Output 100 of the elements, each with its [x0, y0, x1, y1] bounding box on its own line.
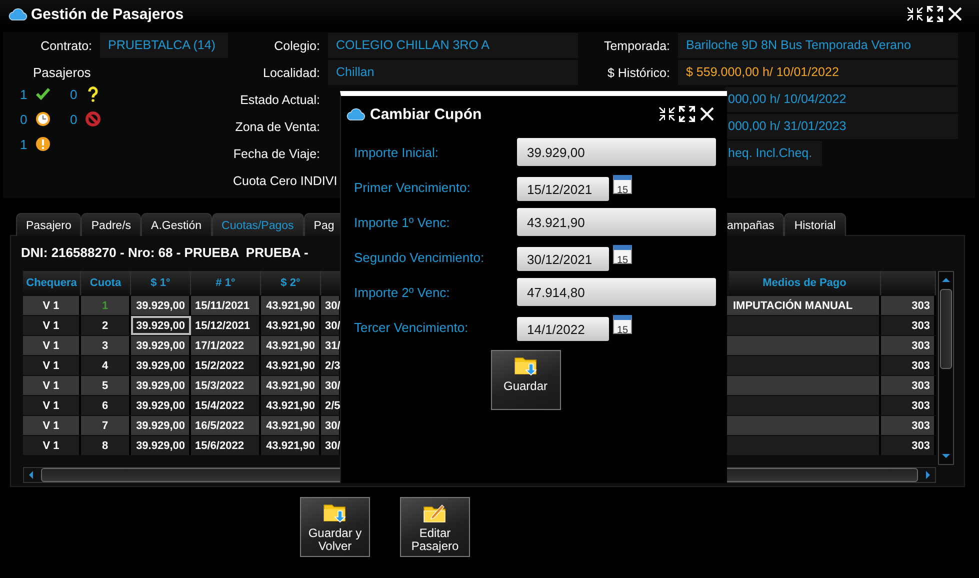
tab[interactable]: Cuotas/Pagos [212, 213, 304, 236]
table-cell: 39.929,00 [131, 316, 191, 335]
close-icon[interactable] [699, 106, 715, 122]
folder-download-icon [323, 502, 347, 524]
amount-field[interactable]: 47.914,80 [517, 278, 716, 306]
table-cell: 2/3 [321, 356, 341, 375]
table-cell: 3 [81, 336, 131, 355]
table-cell: 30/ [321, 296, 341, 315]
field-value: COLEGIO CHILLAN 3RO A [328, 33, 578, 58]
field-label: Segundo Vencimiento: [354, 250, 486, 264]
table-cell: 8 [81, 436, 131, 455]
vertical-scrollbar[interactable] [938, 271, 954, 465]
table-cell: 43.921,90 [261, 436, 321, 455]
table-cell: 17/1/2022 [191, 336, 261, 355]
column-header[interactable]: Chequera [23, 271, 81, 295]
calendar-button[interactable]: 15 [613, 314, 632, 334]
column-header[interactable]: $ 2° [261, 271, 321, 295]
field-label: Zona de Venta: [234, 120, 321, 134]
close-icon[interactable] [947, 6, 963, 22]
record-heading: DNI: 216588270 - Nro: 68 - PRUEBA PRUEBA - [21, 245, 308, 262]
tab[interactable]: Pasajero [16, 213, 82, 236]
dialog-title: Cambiar Cupón [370, 106, 482, 122]
scroll-thumb[interactable] [940, 289, 952, 369]
window-title: Gestión de Pasajeros [31, 6, 184, 22]
field-label: Contrato: [40, 38, 93, 52]
save-button[interactable]: Guardar y Volver [300, 497, 370, 557]
field-value: $ 559.000,00 h/ 10/01/2022 [678, 60, 958, 85]
table-cell: 303 [881, 356, 936, 375]
field-value: PRUEBTALCA (14) [100, 33, 228, 58]
table-cell: 303 [881, 416, 936, 435]
passenger-count: 0 [20, 112, 28, 126]
table-cell: 43.921,90 [261, 316, 321, 335]
table-cell: 15/12/2021 [191, 316, 261, 335]
table-cell: 43.921,90 [261, 396, 321, 415]
field-label: Localidad: [262, 66, 321, 80]
tab[interactable]: Historial [784, 213, 846, 236]
passenger-count: 0 [70, 86, 78, 102]
table-cell: 39.929,00 [131, 376, 191, 395]
table-cell: V 1 [23, 376, 81, 395]
field-value: 000,00 h/ 10/04/2022 [725, 87, 958, 112]
table-cell: 15/3/2022 [191, 376, 261, 395]
table-cell: 31/ [321, 336, 341, 355]
collapse-icon[interactable] [907, 6, 923, 22]
column-header[interactable]: Medios de Pago [729, 271, 881, 295]
tab[interactable]: ampañas [727, 213, 784, 236]
no-entry-icon [85, 111, 102, 127]
field-label: Importe 2º Venc: [354, 284, 451, 300]
table-cell: 30/ [321, 316, 341, 335]
passenger-count: 1 [20, 136, 28, 152]
column-header[interactable]: # 1° [191, 271, 261, 295]
field-label: Estado Actual: [239, 92, 321, 106]
expand-icon[interactable] [679, 106, 695, 122]
date-field[interactable]: 30/12/2021 [517, 247, 609, 271]
column-header[interactable]: Cuota [81, 271, 131, 295]
table-cell: IMPUTACIÓN MANUAL [729, 296, 881, 315]
table-cell: 4 [81, 356, 131, 375]
table-cell: V 1 [23, 336, 81, 355]
field-label: Importe 1º Venc: [354, 214, 451, 230]
tab[interactable]: A.Gestión [141, 213, 212, 236]
expand-icon[interactable] [927, 6, 943, 22]
table-cell: 43.921,90 [261, 416, 321, 435]
field-label: Importe Inicial: [354, 144, 440, 160]
tab[interactable]: Padre/s [81, 213, 142, 236]
table-cell: 15/11/2021 [191, 296, 261, 315]
table-cell: 15/2/2022 [191, 356, 261, 375]
save-button[interactable]: Guardar [490, 350, 560, 410]
field-value: heq. Incl.Cheq. [725, 141, 822, 166]
amount-field[interactable]: 43.921,90 [517, 208, 716, 236]
field-label: Fecha de Viaje: [232, 146, 321, 160]
table-cell: 1 [81, 296, 131, 315]
table-cell: 30/ [321, 436, 341, 455]
calendar-button[interactable]: 15 [613, 174, 632, 194]
tab[interactable]: Pag [304, 213, 340, 236]
date-field[interactable]: 15/12/2021 [517, 177, 609, 201]
table-cell: 39.929,00 [131, 416, 191, 435]
table-cell: V 1 [23, 416, 81, 435]
table-cell: 303 [881, 336, 936, 355]
field-label: $ Histórico: [606, 66, 671, 80]
table-cell: V 1 [23, 316, 81, 335]
calendar-button[interactable]: 15 [613, 244, 632, 264]
table-cell: 15/6/2022 [191, 436, 261, 455]
table-cell: 43.921,90 [261, 296, 321, 315]
amount-field[interactable]: 39.929,00 [517, 138, 716, 166]
table-cell: 303 [881, 436, 936, 455]
field-value: Chillan [328, 60, 578, 85]
table-cell: V 1 [23, 296, 81, 315]
field-label: Temporada: [602, 38, 671, 52]
table-cell: 39.929,00 [131, 356, 191, 375]
table-cell: 43.921,90 [261, 336, 321, 355]
table-cell: 2 [81, 316, 131, 335]
table-cell: 303 [881, 296, 936, 315]
exclamation-icon [35, 136, 52, 152]
table-cell: V 1 [23, 356, 81, 375]
edit-button[interactable]: Editar Pasajero [400, 497, 470, 557]
table-cell: 16/5/2022 [191, 416, 261, 435]
collapse-icon[interactable] [659, 106, 675, 122]
cloud-icon [8, 7, 28, 21]
column-header[interactable]: $ 1° [131, 271, 191, 295]
table-cell: 303 [881, 396, 936, 415]
date-field[interactable]: 14/1/2022 [517, 317, 609, 341]
